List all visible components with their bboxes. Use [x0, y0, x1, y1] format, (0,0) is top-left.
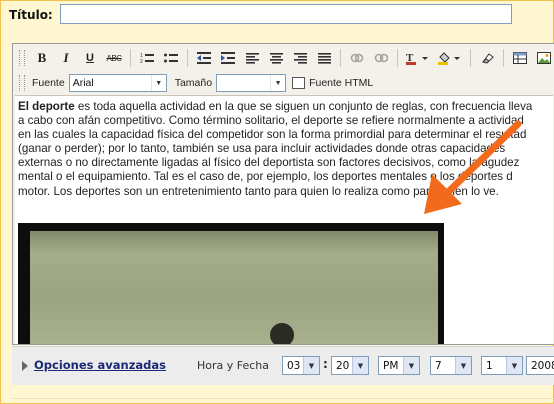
toolbar-separator [397, 49, 398, 67]
align-left-icon [245, 52, 259, 64]
text-color-icon: T [406, 52, 428, 65]
eraser-icon [482, 53, 494, 64]
text-color-button[interactable]: T [404, 48, 432, 68]
advanced-options-link[interactable]: Opciones avanzadas [34, 358, 166, 372]
size-label: Tamaño [174, 77, 213, 89]
toolbar-row-formatting: B I U ABC 12 T [13, 46, 554, 70]
minute-select[interactable]: 20 ▼ [331, 356, 369, 375]
chevron-down-icon: ▼ [403, 357, 419, 374]
justify-icon [317, 52, 331, 64]
toolbar-separator [130, 49, 131, 67]
chevron-down-icon: ▼ [455, 357, 471, 374]
embedded-video-thumbnail[interactable] [18, 223, 444, 344]
year-value: 2008 [531, 359, 554, 372]
svg-text:2: 2 [140, 59, 143, 64]
post-options-bar: Opciones avanzadas Hora y Fecha 03 ▼ : 2… [12, 346, 554, 385]
month-select[interactable]: 1 ▼ [481, 356, 523, 375]
image-icon [537, 52, 551, 64]
video-ball [270, 323, 294, 344]
numbered-list-button[interactable]: 12 [137, 48, 157, 68]
italic-button[interactable]: I [56, 48, 76, 68]
minute-value: 20 [336, 359, 350, 372]
day-value: 7 [435, 359, 442, 372]
footer-divider [12, 398, 554, 399]
bullet-list-icon [164, 53, 178, 63]
title-input[interactable] [60, 4, 512, 24]
bullet-list-button[interactable] [161, 48, 181, 68]
day-select[interactable]: 7 ▼ [430, 356, 472, 375]
strikethrough-button[interactable]: ABC [104, 48, 124, 68]
numbered-list-icon: 12 [140, 53, 154, 64]
chevron-down-icon: ▼ [506, 357, 522, 374]
toolbar-grip[interactable] [19, 75, 25, 91]
ampm-select[interactable]: PM ▼ [378, 356, 420, 375]
toolbar-separator [503, 49, 504, 67]
remove-link-button[interactable] [371, 48, 391, 68]
insert-table-button[interactable] [510, 48, 530, 68]
bold-lead-text: El deporte [18, 100, 75, 113]
font-size-select[interactable]: ▼ [216, 74, 287, 92]
month-value: 1 [486, 359, 493, 372]
paint-bucket-icon [438, 52, 460, 65]
html-source-button[interactable]: Fuente HTML [292, 77, 373, 89]
align-right-icon [293, 52, 307, 64]
annotation-arrow-icon [424, 120, 522, 214]
toolbar-separator [340, 49, 341, 67]
unlink-icon [374, 53, 388, 63]
year-select[interactable]: 2008 [526, 356, 554, 375]
expand-triangle-icon[interactable] [22, 361, 28, 371]
underline-button[interactable]: U [80, 48, 100, 68]
indent-button[interactable] [218, 48, 238, 68]
html-source-label: Fuente HTML [309, 77, 374, 89]
font-label: Fuente [32, 77, 65, 89]
outdent-icon [197, 52, 211, 64]
insert-image-button[interactable] [534, 48, 554, 68]
chevron-down-icon: ▼ [303, 357, 319, 374]
toolbar-separator [470, 49, 471, 67]
html-source-icon [292, 77, 306, 89]
indent-icon [221, 52, 235, 64]
align-center-button[interactable] [266, 48, 286, 68]
align-right-button[interactable] [290, 48, 310, 68]
video-frame [30, 231, 438, 344]
remove-format-button[interactable] [477, 48, 497, 68]
toolbar-separator [187, 49, 188, 67]
align-left-button[interactable] [242, 48, 262, 68]
datetime-label: Hora y Fecha [197, 359, 270, 372]
insert-link-button[interactable] [347, 48, 367, 68]
bold-button[interactable]: B [32, 48, 52, 68]
chevron-down-icon: ▼ [270, 75, 285, 91]
font-family-value: Arial [72, 77, 94, 89]
title-label: Título: [9, 8, 53, 22]
chevron-down-icon: ▼ [150, 75, 166, 91]
chevron-down-icon: ▼ [352, 357, 368, 374]
hour-value: 03 [287, 359, 301, 372]
hour-select[interactable]: 03 ▼ [282, 356, 320, 375]
time-colon: : [323, 357, 328, 371]
font-family-select[interactable]: Arial ▼ [68, 74, 167, 92]
background-color-button[interactable] [436, 48, 464, 68]
link-icon [350, 53, 364, 63]
ampm-value: PM [383, 359, 399, 372]
align-center-icon [269, 52, 283, 64]
justify-button[interactable] [314, 48, 334, 68]
toolbar-row-font: Fuente Arial ▼ Tamaño ▼ Fuente HTML [13, 71, 373, 95]
table-icon [513, 52, 527, 64]
toolbar-grip[interactable] [19, 50, 25, 66]
outdent-button[interactable] [194, 48, 214, 68]
